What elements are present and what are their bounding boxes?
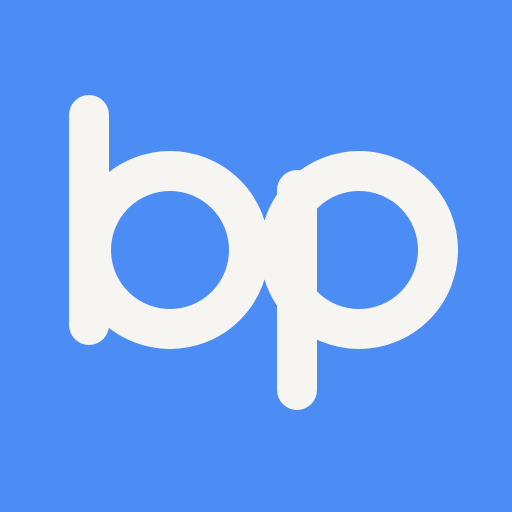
- app-icon: [0, 0, 512, 512]
- logo-letter-p: [260, 151, 458, 410]
- logo-letter-b: [69, 95, 269, 349]
- letter-b-bowl: [71, 151, 269, 349]
- bp-logo: [69, 95, 458, 410]
